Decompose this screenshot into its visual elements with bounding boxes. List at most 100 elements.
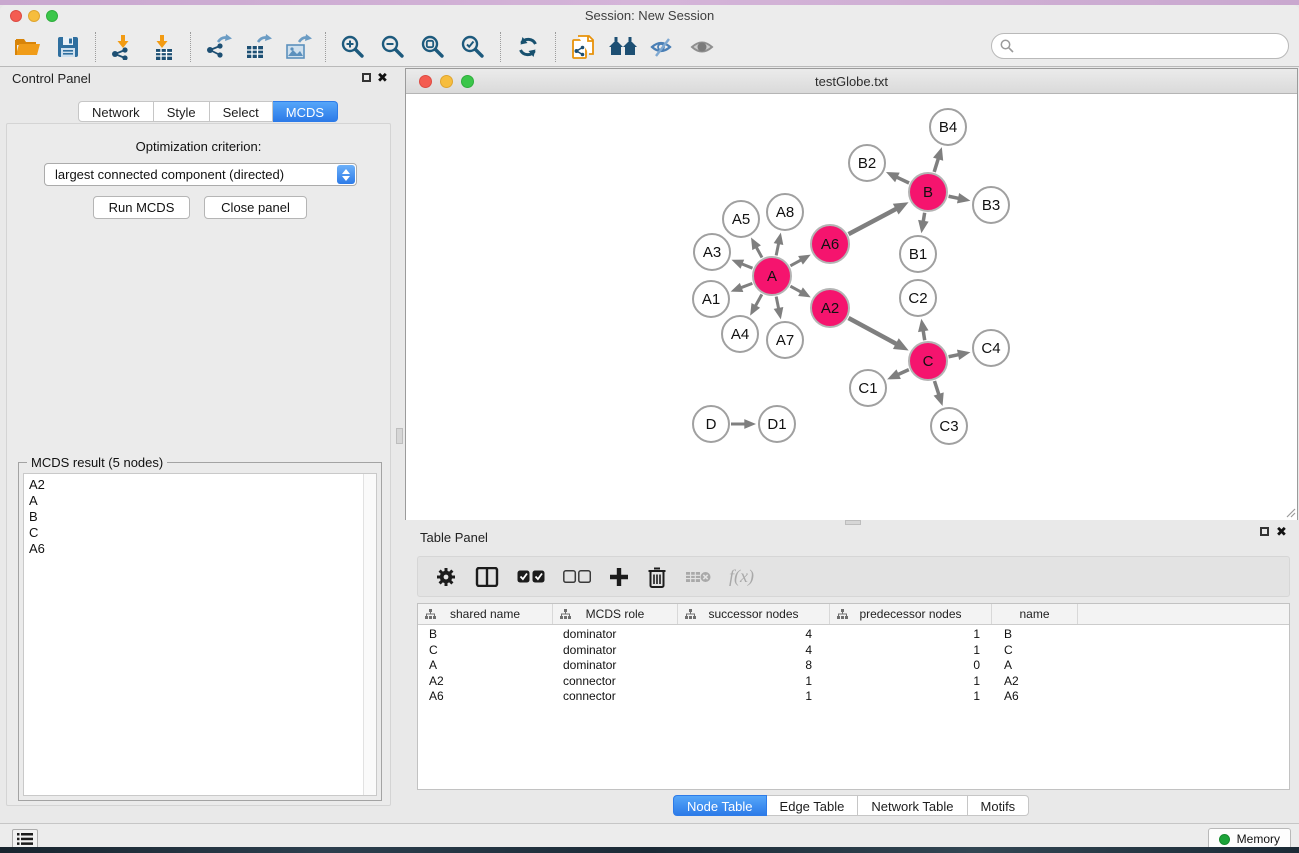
graph-node-A8[interactable]: A8 — [766, 193, 804, 231]
delete-column-icon[interactable] — [647, 562, 667, 592]
graph-node-C4[interactable]: C4 — [972, 329, 1010, 367]
network-minimize-button[interactable] — [440, 75, 453, 88]
hide-selected-icon[interactable] — [648, 32, 678, 62]
tab-style[interactable]: Style — [154, 101, 210, 122]
result-scrollbar[interactable] — [363, 474, 376, 795]
zoom-window-button[interactable] — [46, 10, 58, 22]
column-header-shared-name[interactable]: shared name — [418, 604, 553, 624]
graph-node-B[interactable]: B — [908, 172, 948, 212]
mcds-result-item[interactable]: A6 — [29, 541, 376, 557]
vertical-splitter-handle[interactable] — [396, 428, 403, 444]
export-table-icon[interactable] — [243, 32, 273, 62]
graph-edge-B-B2[interactable] — [896, 177, 909, 183]
table-row[interactable]: B dominator 4 1 B — [418, 627, 1289, 643]
show-all-icon[interactable] — [688, 32, 718, 62]
graph-node-A2[interactable]: A2 — [810, 288, 850, 328]
graph-node-B1[interactable]: B1 — [899, 235, 937, 273]
graph-node-B2[interactable]: B2 — [848, 144, 886, 182]
graph-edge-B-B4[interactable] — [934, 158, 938, 172]
graph-node-A6[interactable]: A6 — [810, 224, 850, 264]
network-close-button[interactable] — [419, 75, 432, 88]
delete-table-icon[interactable] — [685, 562, 711, 592]
table-panel-close-icon[interactable]: ✖ — [1276, 527, 1287, 537]
network-canvas[interactable]: AA1A2A3A4A5A6A7A8BB1B2B3B4CC1C2C3C4DD1 — [406, 95, 1297, 520]
mcds-result-item[interactable]: A2 — [29, 477, 376, 493]
table-row[interactable]: A2 connector 1 1 A2 — [418, 674, 1289, 690]
run-mcds-button[interactable]: Run MCDS — [93, 196, 190, 219]
table-panel-float-icon[interactable] — [1260, 527, 1269, 536]
criterion-select[interactable]: largest connected component (directed) — [44, 163, 357, 186]
import-network-icon[interactable] — [108, 32, 138, 62]
close-panel-button[interactable]: Close panel — [204, 196, 307, 219]
tab-mcds[interactable]: MCDS — [273, 101, 338, 122]
graph-edge-C-C4[interactable] — [949, 355, 959, 357]
table-row[interactable]: A6 connector 1 1 A6 — [418, 689, 1289, 705]
tab-edge-table[interactable]: Edge Table — [767, 795, 859, 816]
minimize-window-button[interactable] — [28, 10, 40, 22]
tab-network[interactable]: Network — [78, 101, 154, 122]
task-history-button[interactable] — [12, 829, 38, 849]
apply-layout-icon[interactable] — [608, 32, 638, 62]
mcds-result-item[interactable]: C — [29, 525, 376, 541]
add-column-icon[interactable] — [609, 562, 629, 592]
save-session-icon[interactable] — [53, 32, 83, 62]
tab-node-table[interactable]: Node Table — [673, 795, 767, 816]
export-network-icon[interactable] — [203, 32, 233, 62]
graph-edge-A2-C[interactable] — [848, 318, 896, 344]
graph-edge-B-B3[interactable] — [949, 196, 959, 198]
graph-edge-B-B1[interactable] — [923, 213, 924, 222]
column-header-successor-nodes[interactable]: successor nodes — [678, 604, 830, 624]
graph-node-C3[interactable]: C3 — [930, 407, 968, 445]
mcds-result-item[interactable]: A — [29, 493, 376, 509]
graph-edge-A-A5[interactable] — [756, 247, 762, 258]
select-all-checks-icon[interactable] — [517, 562, 545, 592]
graph-node-C1[interactable]: C1 — [849, 369, 887, 407]
horizontal-splitter-handle[interactable] — [845, 520, 861, 525]
graph-edge-C-C3[interactable] — [934, 381, 939, 395]
tab-motifs[interactable]: Motifs — [968, 795, 1030, 816]
graph-node-A7[interactable]: A7 — [766, 321, 804, 359]
zoom-selected-icon[interactable] — [458, 32, 488, 62]
zoom-in-icon[interactable] — [338, 32, 368, 62]
refresh-view-icon[interactable] — [513, 32, 543, 62]
network-zoom-button[interactable] — [461, 75, 474, 88]
zoom-fit-icon[interactable] — [418, 32, 448, 62]
graph-node-A1[interactable]: A1 — [692, 280, 730, 318]
close-window-button[interactable] — [10, 10, 22, 22]
graph-edge-A-A6[interactable] — [790, 260, 801, 266]
graph-edge-A-A2[interactable] — [790, 286, 801, 292]
graph-edge-A-A1[interactable] — [741, 283, 753, 287]
control-panel-float-icon[interactable] — [362, 73, 371, 82]
column-header-name[interactable]: name — [992, 604, 1078, 624]
graph-edge-A-A3[interactable] — [741, 264, 752, 268]
network-window-titlebar[interactable]: testGlobe.txt — [406, 69, 1297, 94]
graph-edge-A6-B[interactable] — [849, 209, 897, 234]
graph-node-C2[interactable]: C2 — [899, 279, 937, 317]
graph-node-D1[interactable]: D1 — [758, 405, 796, 443]
graph-node-C[interactable]: C — [908, 341, 948, 381]
graph-edge-A-A4[interactable] — [755, 294, 762, 306]
search-input[interactable] — [991, 33, 1289, 59]
graph-node-A[interactable]: A — [752, 256, 792, 296]
export-image-icon[interactable] — [283, 32, 313, 62]
table-row[interactable]: C dominator 4 1 C — [418, 643, 1289, 659]
resize-grip-icon[interactable] — [1284, 506, 1296, 518]
graph-edge-A-A8[interactable] — [776, 243, 779, 255]
mcds-result-item[interactable]: B — [29, 509, 376, 525]
deselect-all-checks-icon[interactable] — [563, 562, 591, 592]
function-builder-icon[interactable]: f(x) — [729, 562, 754, 592]
graph-node-A3[interactable]: A3 — [693, 233, 731, 271]
mcds-result-items[interactable]: A2ABCA6 — [24, 474, 376, 557]
control-panel-close-icon[interactable]: ✖ — [377, 73, 388, 83]
show-column-icon[interactable] — [475, 562, 499, 592]
clone-network-icon[interactable] — [568, 32, 598, 62]
import-table-icon[interactable] — [148, 32, 178, 62]
zoom-out-icon[interactable] — [378, 32, 408, 62]
graph-edge-C-C2[interactable] — [923, 330, 925, 340]
table-row[interactable]: A dominator 8 0 A — [418, 658, 1289, 674]
column-header-predecessor-nodes[interactable]: predecessor nodes — [830, 604, 992, 624]
graph-edge-C-C1[interactable] — [898, 370, 909, 375]
table-options-gear-icon[interactable] — [435, 562, 457, 592]
tab-select[interactable]: Select — [210, 101, 273, 122]
graph-node-D[interactable]: D — [692, 405, 730, 443]
